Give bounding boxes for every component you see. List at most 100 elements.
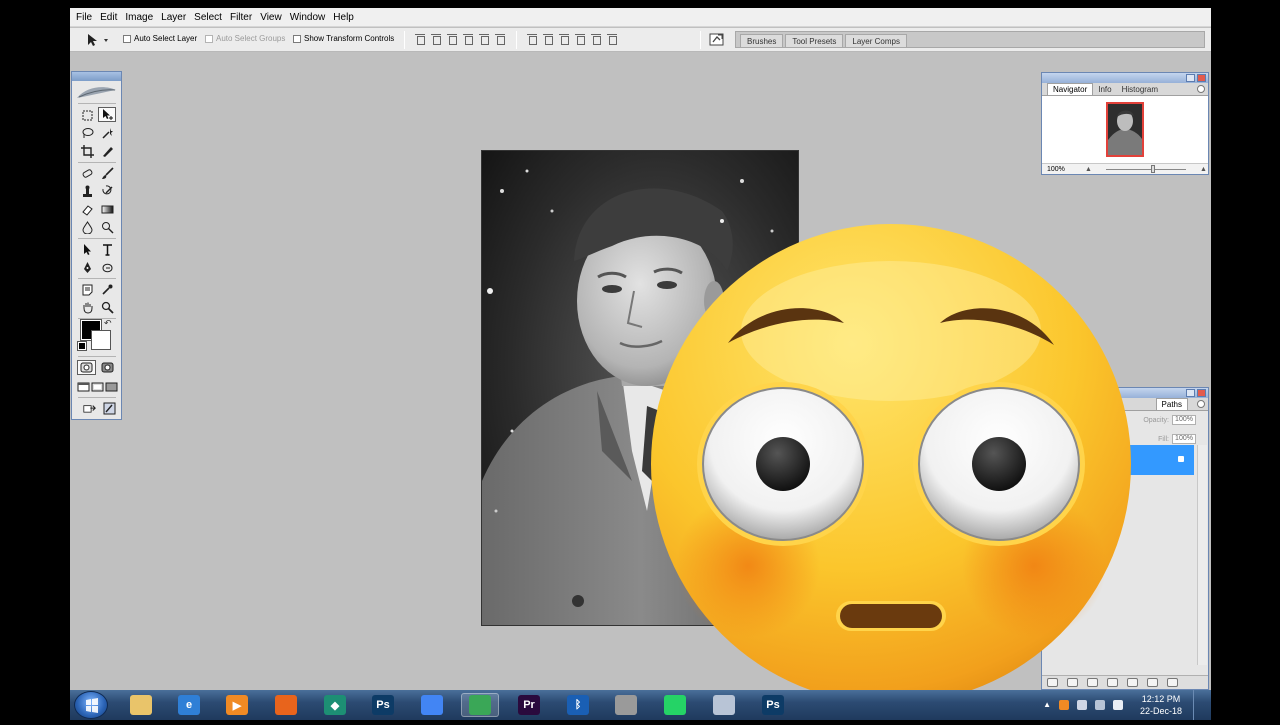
align-hcenter-icon[interactable] bbox=[479, 33, 489, 45]
new-layer-icon[interactable] bbox=[1147, 678, 1158, 687]
move-tool-icon[interactable] bbox=[98, 107, 116, 122]
gradient-tool-icon[interactable] bbox=[98, 202, 116, 217]
toolbox-titlebar[interactable] bbox=[72, 72, 121, 81]
taskbar-app-filmora[interactable]: ◆ bbox=[316, 693, 354, 717]
distribute-vcenter-icon[interactable] bbox=[543, 33, 553, 45]
flag-icon[interactable] bbox=[1095, 700, 1105, 710]
distribute-top-icon[interactable] bbox=[527, 33, 537, 45]
hand-tool-icon[interactable] bbox=[78, 300, 96, 315]
tab-navigator[interactable]: Navigator bbox=[1047, 83, 1094, 95]
lasso-tool-icon[interactable] bbox=[78, 126, 96, 141]
distribute-left-icon[interactable] bbox=[575, 33, 585, 45]
blur-tool-icon[interactable] bbox=[78, 220, 96, 235]
taskbar-app-photoshop-2[interactable]: Ps bbox=[754, 693, 792, 717]
go-to-bridge-icon[interactable] bbox=[708, 31, 726, 48]
minimize-icon[interactable] bbox=[1186, 74, 1195, 82]
navigator-zoom-slider[interactable] bbox=[1105, 164, 1186, 173]
taskbar-app-whatsapp[interactable] bbox=[656, 693, 694, 717]
crop-tool-icon[interactable] bbox=[78, 144, 96, 159]
taskbar-app-coreldraw[interactable] bbox=[461, 693, 499, 717]
eraser-tool-icon[interactable] bbox=[78, 202, 96, 217]
jump-to-imageready-icon[interactable] bbox=[79, 401, 99, 416]
menu-filter[interactable]: Filter bbox=[226, 8, 256, 27]
show-hidden-icons-icon[interactable]: ▲ bbox=[1043, 700, 1051, 710]
opacity-field[interactable]: 100% bbox=[1172, 415, 1196, 425]
auto-select-groups-checkbox[interactable]: Auto Select Groups bbox=[205, 34, 285, 43]
align-left-icon[interactable] bbox=[463, 33, 473, 45]
navigator-zoom-value[interactable]: 100% bbox=[1047, 166, 1085, 173]
slider-knob[interactable] bbox=[1150, 164, 1155, 173]
brushes-tab[interactable]: Brushes bbox=[740, 34, 784, 47]
taskbar-app-internet-explorer[interactable]: e bbox=[170, 693, 208, 717]
zoom-out-icon[interactable]: ▲ bbox=[1085, 166, 1092, 173]
navigator-titlebar[interactable] bbox=[1042, 73, 1208, 83]
tool-presets-tab[interactable]: Tool Presets bbox=[785, 34, 844, 47]
feather-logo-icon[interactable] bbox=[75, 84, 118, 101]
show-desktop-button[interactable] bbox=[1193, 690, 1203, 720]
show-transform-controls-checkbox[interactable]: Show Transform Controls bbox=[293, 34, 394, 43]
clone-stamp-tool-icon[interactable] bbox=[78, 184, 96, 199]
zoom-in-icon[interactable]: ▲ bbox=[1200, 166, 1207, 173]
screen-mode-standard-icon[interactable] bbox=[77, 379, 90, 394]
path-selection-tool-icon[interactable] bbox=[78, 242, 96, 257]
start-button[interactable] bbox=[74, 691, 108, 719]
zoom-tool-icon[interactable] bbox=[98, 300, 116, 315]
volume-icon[interactable] bbox=[1113, 700, 1123, 710]
panel-menu-icon[interactable] bbox=[1197, 85, 1205, 93]
taskbar-app-media-player[interactable]: ▶ bbox=[218, 693, 256, 717]
align-top-icon[interactable] bbox=[415, 33, 425, 45]
history-brush-tool-icon[interactable] bbox=[98, 184, 116, 199]
tab-info[interactable]: Info bbox=[1093, 84, 1116, 95]
screen-mode-full-icon[interactable] bbox=[105, 379, 118, 394]
notes-tool-icon[interactable] bbox=[78, 282, 96, 297]
auto-select-layer-checkbox[interactable]: Auto Select Layer bbox=[123, 34, 197, 43]
distribute-right-icon[interactable] bbox=[607, 33, 617, 45]
menu-edit[interactable]: Edit bbox=[96, 8, 121, 27]
swap-colors-icon[interactable]: ↶ bbox=[104, 318, 112, 329]
layer-comps-tab[interactable]: Layer Comps bbox=[845, 34, 907, 47]
menu-layer[interactable]: Layer bbox=[157, 8, 190, 27]
marquee-tool-icon[interactable] bbox=[78, 108, 96, 123]
quick-mask-mode-icon[interactable] bbox=[98, 360, 116, 375]
imageready-icon[interactable] bbox=[100, 401, 118, 416]
taskbar-app-chrome[interactable] bbox=[413, 693, 451, 717]
clock[interactable]: 12:12 PM 22-Dec-18 bbox=[1135, 693, 1187, 717]
taskbar-app-film-strip[interactable] bbox=[705, 693, 743, 717]
align-vcenter-icon[interactable] bbox=[431, 33, 441, 45]
screen-mode-maximized-icon[interactable] bbox=[91, 379, 104, 394]
brush-tool-icon[interactable] bbox=[98, 166, 116, 181]
healing-brush-tool-icon[interactable] bbox=[78, 166, 96, 181]
menu-image[interactable]: Image bbox=[121, 8, 157, 27]
taskbar-app-photoshop[interactable]: Ps bbox=[364, 693, 402, 717]
close-icon[interactable] bbox=[1197, 74, 1206, 82]
taskbar-app-windows-explorer[interactable] bbox=[122, 693, 160, 717]
align-right-icon[interactable] bbox=[495, 33, 505, 45]
background-color-swatch[interactable] bbox=[91, 330, 111, 350]
move-tool-preset-icon[interactable] bbox=[84, 32, 110, 48]
menu-select[interactable]: Select bbox=[190, 8, 226, 27]
layers-scrollbar[interactable] bbox=[1197, 445, 1207, 665]
pen-tool-icon[interactable] bbox=[78, 260, 96, 275]
standard-mode-icon[interactable] bbox=[77, 360, 96, 375]
taskbar-app-screen-recorder[interactable] bbox=[607, 693, 645, 717]
panel-menu-icon[interactable] bbox=[1197, 400, 1205, 408]
taskbar-app-bluetooth[interactable]: ᛒ bbox=[559, 693, 597, 717]
align-bottom-icon[interactable] bbox=[447, 33, 457, 45]
distribute-bottom-icon[interactable] bbox=[559, 33, 569, 45]
navigator-thumbnail[interactable] bbox=[1106, 102, 1144, 157]
taskbar-app-premiere[interactable]: Pr bbox=[510, 693, 548, 717]
eyedropper-tool-icon[interactable] bbox=[98, 282, 116, 297]
fill-field[interactable]: 100% bbox=[1172, 434, 1196, 444]
avast-icon[interactable] bbox=[1059, 700, 1069, 710]
network-icon[interactable] bbox=[1077, 700, 1087, 710]
dodge-tool-icon[interactable] bbox=[98, 220, 116, 235]
type-tool-icon[interactable] bbox=[98, 242, 116, 257]
tab-histogram[interactable]: Histogram bbox=[1117, 84, 1163, 95]
default-colors-icon[interactable] bbox=[77, 341, 87, 351]
menu-file[interactable]: File bbox=[74, 8, 96, 27]
minimize-icon[interactable] bbox=[1186, 389, 1195, 397]
menu-window[interactable]: Window bbox=[286, 8, 330, 27]
close-icon[interactable] bbox=[1197, 389, 1206, 397]
taskbar-app-firefox[interactable] bbox=[267, 693, 305, 717]
slice-tool-icon[interactable] bbox=[98, 144, 116, 159]
